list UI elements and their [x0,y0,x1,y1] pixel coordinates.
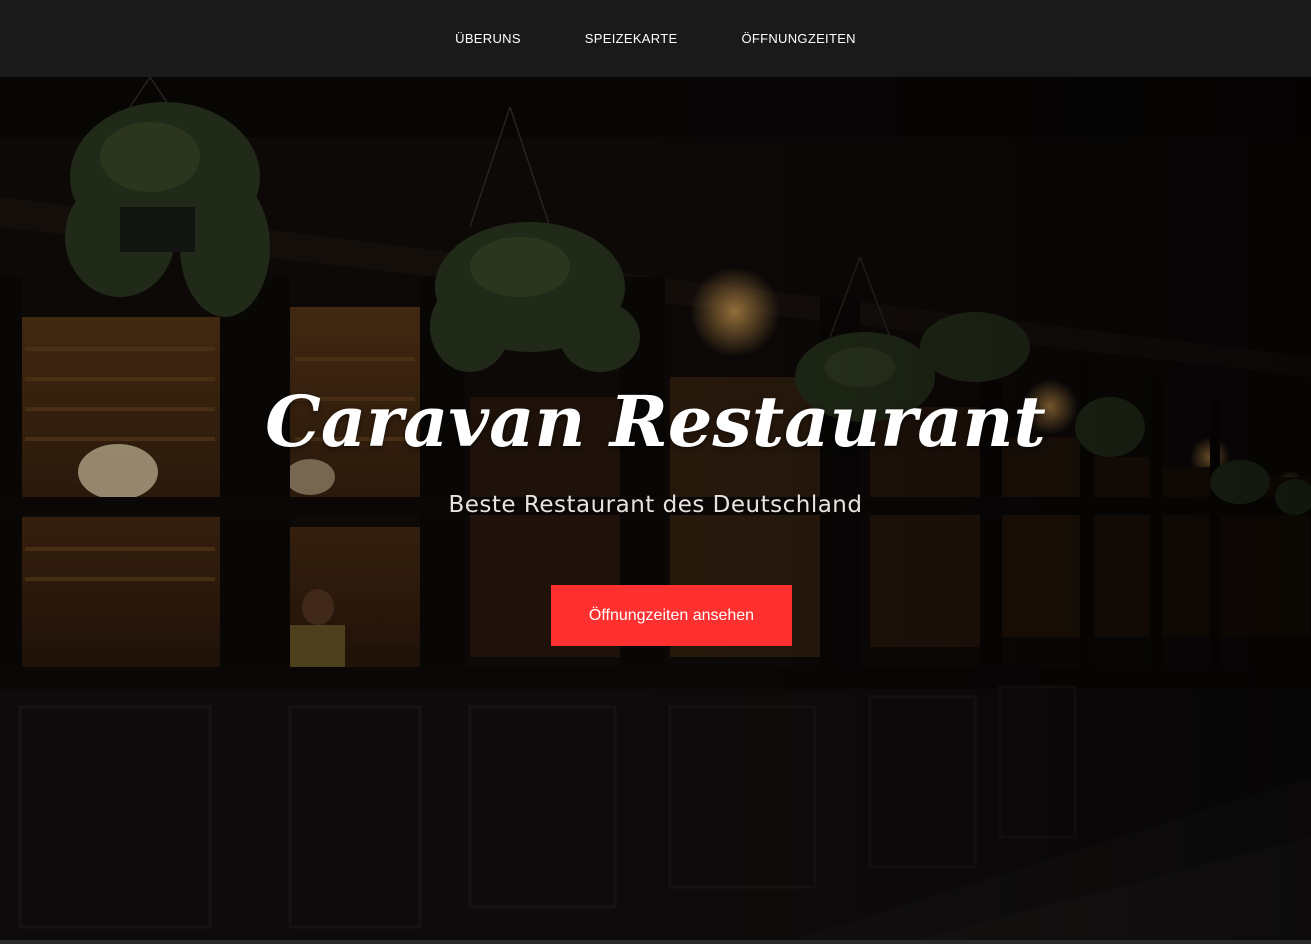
hero-title: Caravan Restaurant [265,380,1046,463]
hero-subtitle: Beste Restaurant des Deutschland [448,492,863,518]
hero-section: Caravan Restaurant Beste Restaurant des … [0,77,1311,944]
top-navbar: ÜBERUNS SPEIZEKARTE ÖFFNUNGZEITEN [0,0,1311,77]
hero-content: Caravan Restaurant Beste Restaurant des … [0,77,1311,944]
page-bottom-divider [0,940,1311,944]
nav-link-speizekarte[interactable]: SPEIZEKARTE [553,31,710,46]
nav-link-ueberuns[interactable]: ÜBERUNS [423,31,553,46]
nav-link-oeffnungzeiten[interactable]: ÖFFNUNGZEITEN [709,31,887,46]
view-opening-hours-button[interactable]: Öffnungzeiten ansehen [551,585,792,646]
